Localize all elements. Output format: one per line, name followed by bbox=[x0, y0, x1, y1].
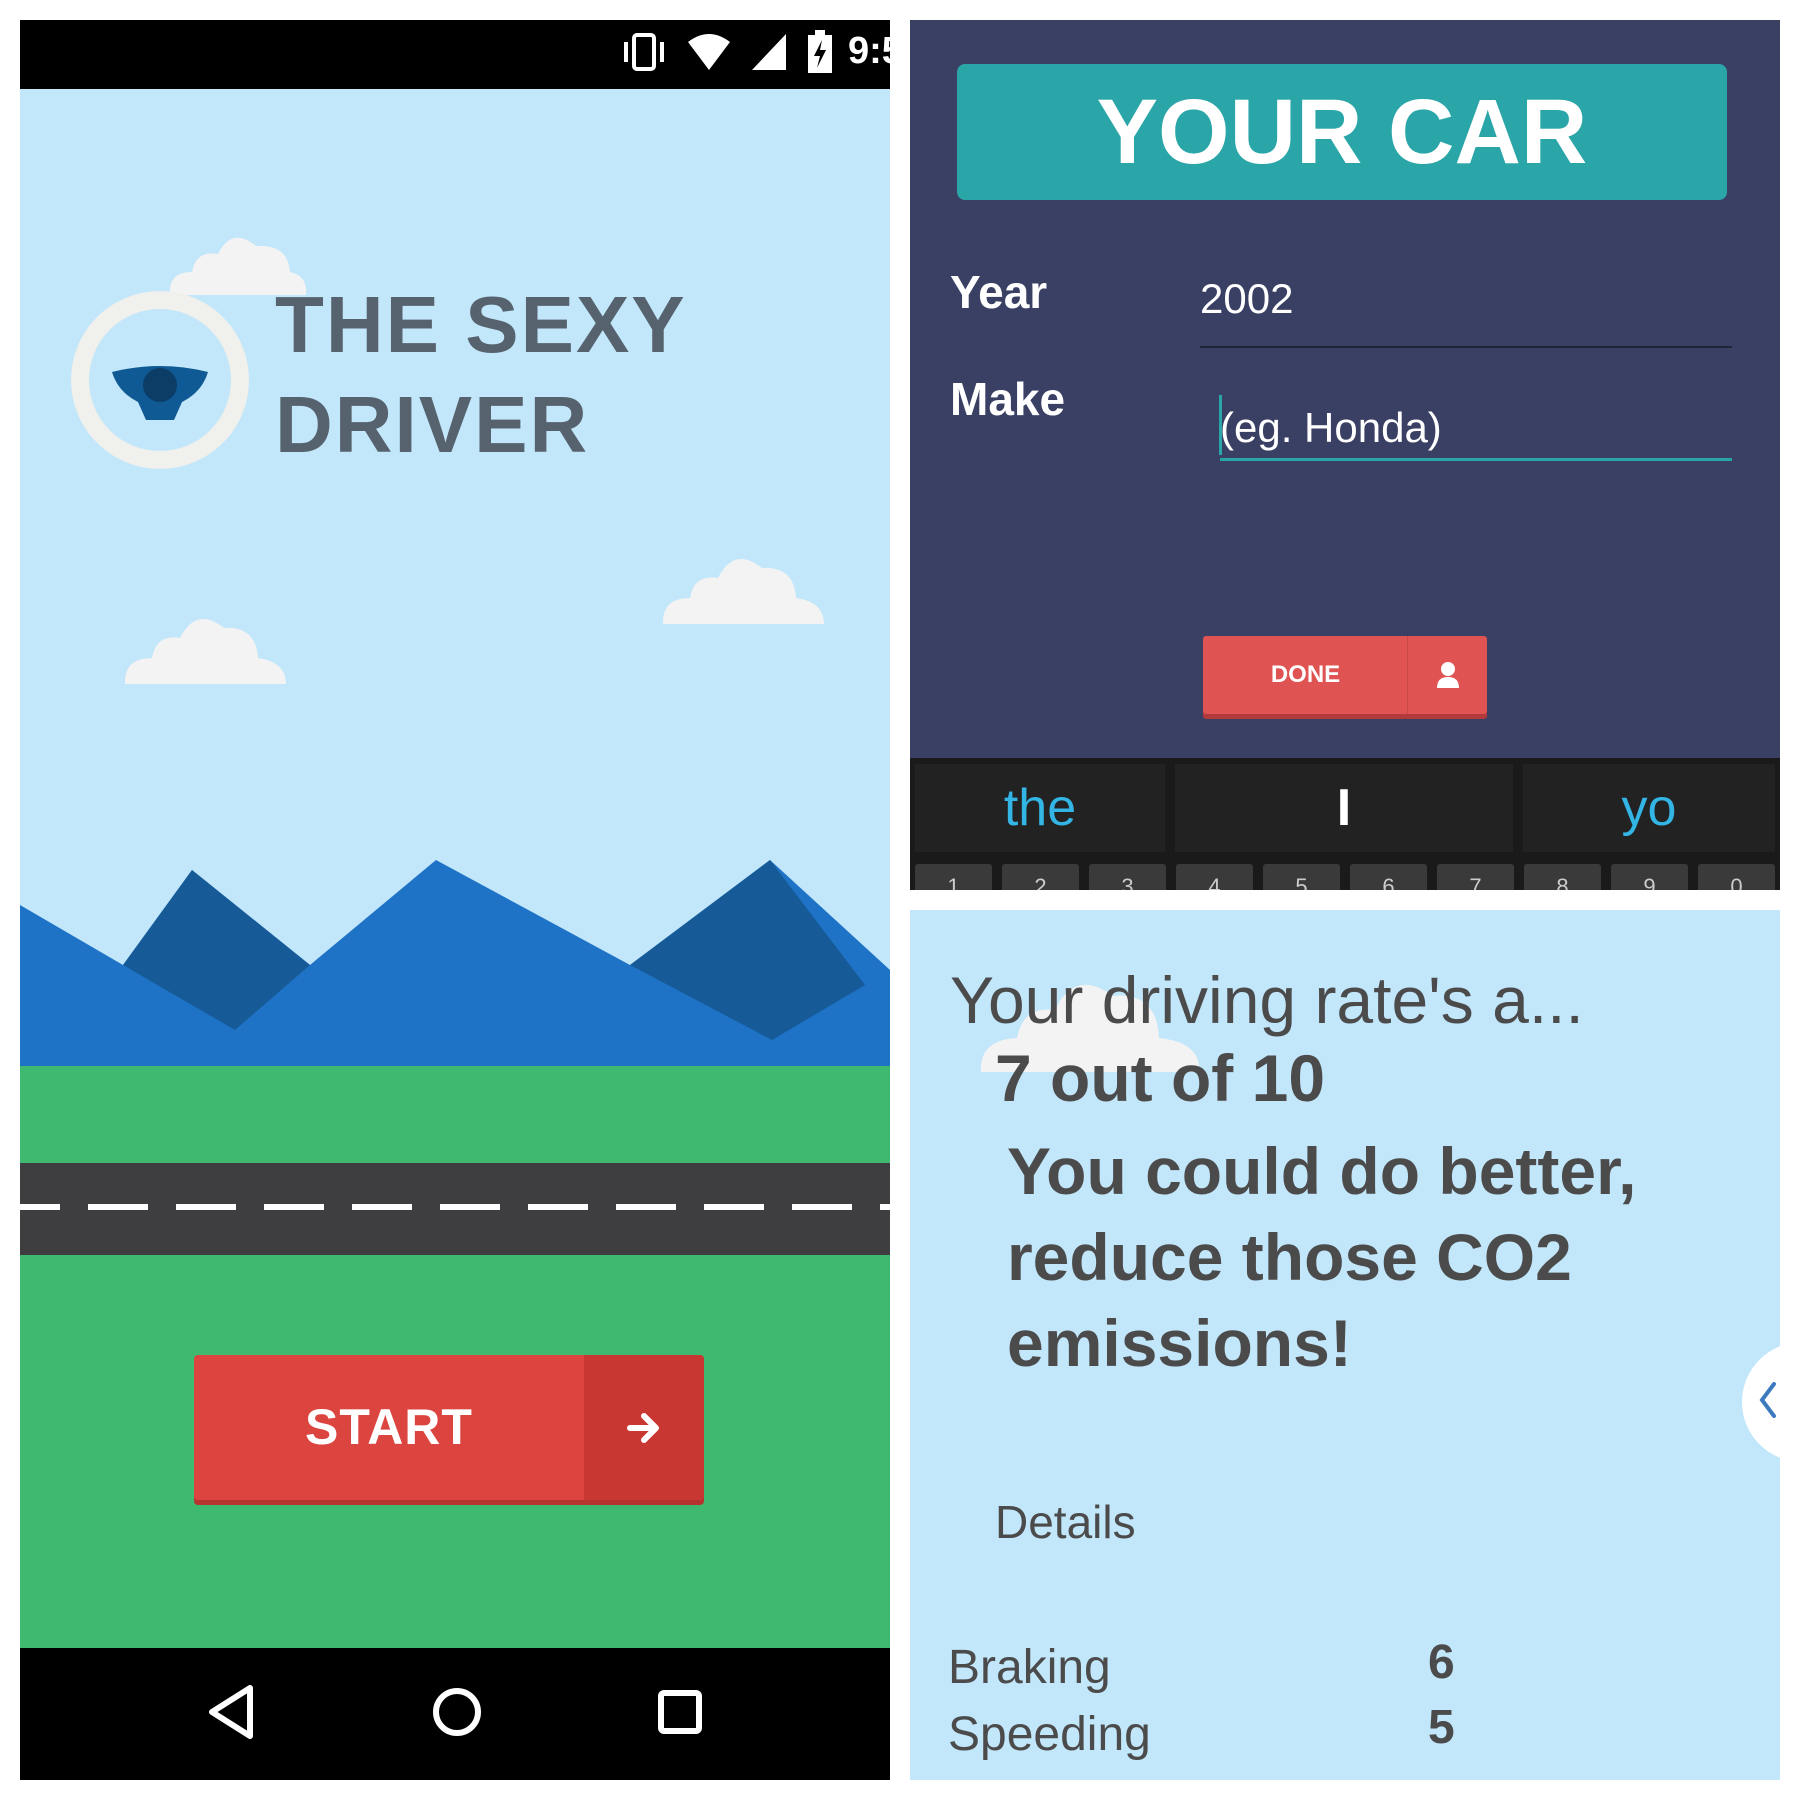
metric-value: 5 bbox=[1428, 1701, 1455, 1754]
result-screen: Your driving rate's a... 7 out of 10 You… bbox=[910, 910, 1780, 1780]
keyboard-key[interactable]: 8 bbox=[1524, 864, 1601, 890]
car-setup-screen: YOUR CAR Year 2002 Make DONE the I yo 1 … bbox=[910, 20, 1780, 890]
status-bar: 9:5 bbox=[20, 20, 890, 89]
done-button-label: DONE bbox=[1270, 661, 1341, 688]
person-icon bbox=[1407, 636, 1487, 714]
navigation-bar bbox=[20, 1648, 890, 1780]
metric-name: Braking bbox=[948, 1641, 1111, 1694]
year-label: Year bbox=[950, 266, 1048, 318]
keyboard-suggestion[interactable]: yo bbox=[1523, 764, 1775, 852]
details-heading: Details bbox=[995, 1496, 1136, 1548]
your-car-header: YOUR CAR bbox=[957, 64, 1727, 200]
rate-score: 7 out of 10 bbox=[995, 1041, 1326, 1115]
keyboard: the I yo 1 2 3 4 5 6 7 8 9 0 bbox=[910, 758, 1780, 890]
make-input[interactable] bbox=[1220, 398, 1732, 461]
keyboard-key[interactable]: 5 bbox=[1263, 864, 1340, 890]
keyboard-key[interactable]: 0 bbox=[1698, 864, 1775, 890]
metric-value: 6 bbox=[1428, 1636, 1455, 1689]
battery-charging-icon bbox=[806, 30, 834, 79]
cloud-graphic bbox=[124, 619, 286, 684]
keyboard-key[interactable]: 1 bbox=[915, 864, 992, 890]
wifi-icon bbox=[686, 32, 732, 77]
text-cursor bbox=[1219, 395, 1222, 455]
home-icon[interactable] bbox=[431, 1686, 483, 1743]
year-field[interactable]: 2002 bbox=[1200, 275, 1293, 323]
welcome-screen: 9:5 THE SEXY DRIVER START bbox=[20, 20, 890, 1780]
landscape-graphic bbox=[20, 860, 890, 1650]
start-button[interactable]: START bbox=[194, 1355, 704, 1500]
vibrate-icon bbox=[620, 32, 668, 77]
keyboard-key[interactable]: 4 bbox=[1176, 864, 1253, 890]
rate-message: You could do better, reduce those CO2 em… bbox=[1007, 1134, 1637, 1380]
app-title: THE SEXY DRIVER bbox=[275, 280, 686, 469]
keyboard-key[interactable]: 3 bbox=[1089, 864, 1166, 890]
keyboard-suggestion[interactable]: I bbox=[1175, 764, 1513, 852]
steering-wheel-icon bbox=[71, 291, 249, 469]
recents-icon[interactable] bbox=[656, 1688, 704, 1741]
done-button[interactable]: DONE bbox=[1203, 636, 1487, 714]
rate-intro-text: Your driving rate's a... bbox=[950, 963, 1584, 1037]
start-button-label: START bbox=[305, 1399, 473, 1455]
keyboard-key[interactable]: 6 bbox=[1350, 864, 1427, 890]
keyboard-key[interactable]: 2 bbox=[1002, 864, 1079, 890]
cell-signal-icon bbox=[750, 32, 788, 77]
status-time: 9:5 bbox=[848, 30, 890, 72]
arrow-right-icon bbox=[584, 1355, 704, 1500]
cloud-graphic bbox=[662, 559, 824, 624]
keyboard-key[interactable]: 9 bbox=[1611, 864, 1688, 890]
make-label: Make bbox=[950, 373, 1066, 425]
keyboard-suggestion[interactable]: the bbox=[915, 764, 1165, 852]
year-field-underline bbox=[1200, 346, 1732, 348]
keyboard-key[interactable]: 7 bbox=[1437, 864, 1514, 890]
keyboard-number-row: 1 2 3 4 5 6 7 8 9 0 bbox=[915, 864, 1780, 890]
metric-name: Speeding bbox=[948, 1708, 1151, 1761]
chevron-left-icon bbox=[1758, 1380, 1778, 1425]
back-icon[interactable] bbox=[206, 1684, 258, 1745]
